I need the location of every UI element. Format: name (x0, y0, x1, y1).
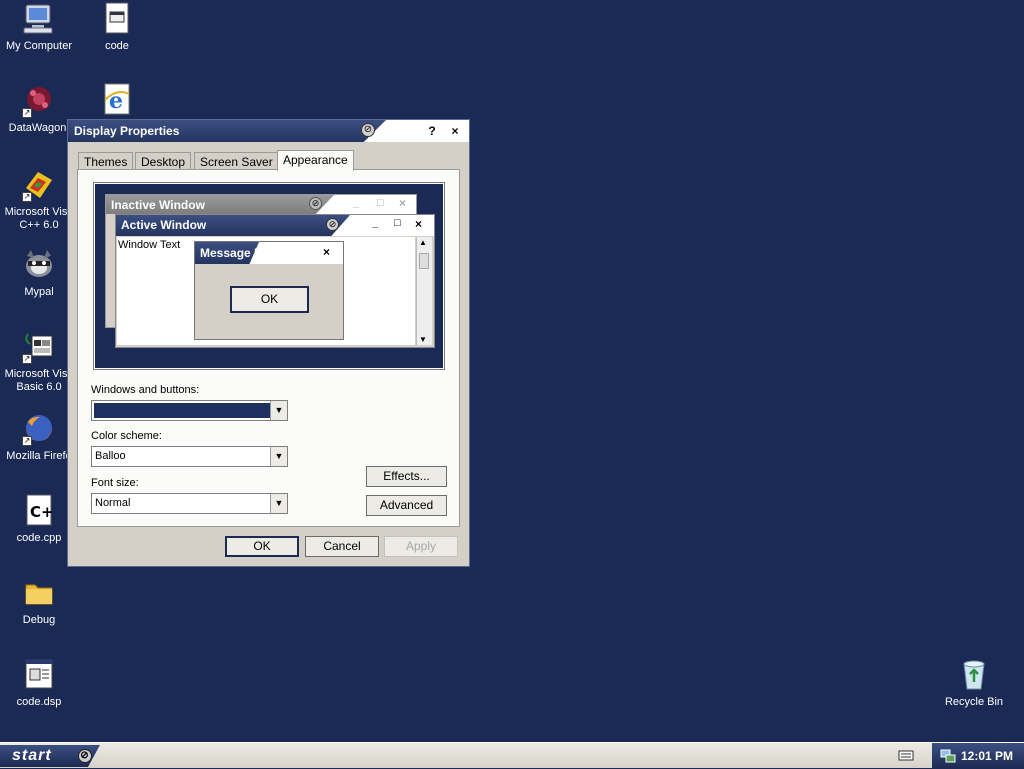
dsp-file-icon (22, 658, 56, 692)
close-button[interactable]: × (447, 123, 463, 139)
appearance-panel: Inactive Window ⊘ _ □ × Active Window ⊘ … (77, 169, 460, 527)
preview-inactive-title-bar: Inactive Window ⊘ _ □ × (106, 195, 416, 214)
theme-badge-icon: ⊘ (309, 197, 322, 210)
desktop-icon-label: Debug (22, 614, 56, 626)
preview-scrollbar: ▲ ▼ (416, 237, 432, 345)
effects-button[interactable]: Effects... (366, 466, 447, 487)
font-size-label: Font size: (91, 477, 139, 489)
shortcut-arrow-icon: ↗ (22, 354, 32, 364)
mypal-icon (22, 248, 56, 282)
preview-message-title-bar: Message B... × (195, 242, 343, 264)
preview-close-icon: × (415, 217, 423, 231)
preview-close-icon: × (399, 196, 407, 210)
shortcut-arrow-icon: ↗ (22, 192, 32, 202)
theme-badge-icon: ⊘ (361, 123, 375, 137)
start-label: start (12, 747, 52, 764)
firefox-icon: ↗ (22, 412, 56, 446)
clock[interactable]: 12:01 PM (961, 749, 1013, 763)
windows-buttons-select[interactable]: ▼ (91, 400, 288, 421)
chevron-down-icon[interactable]: ▼ (270, 447, 287, 466)
preview-active-title: Active Window (121, 218, 207, 232)
cancel-button[interactable]: Cancel (305, 536, 379, 557)
color-scheme-value: Balloo (95, 450, 126, 462)
desktop-icon-my-computer[interactable]: My Computer (0, 2, 78, 53)
preview-minimize-icon: _ (372, 217, 379, 229)
scroll-thumb (419, 253, 429, 269)
tab-screen-saver[interactable]: Screen Saver (194, 152, 279, 170)
desktop-icon-label: My Computer (5, 40, 73, 52)
preview-inactive-title: Inactive Window (111, 198, 205, 212)
title-bar[interactable]: Display Properties ⊘ ? × (68, 120, 469, 142)
scroll-up-icon: ▲ (419, 238, 427, 247)
recycle-bin-icon (957, 658, 991, 692)
cpp-file-icon: C+ (22, 494, 56, 528)
font-size-select[interactable]: Normal ▼ (91, 493, 288, 514)
font-size-value: Normal (95, 497, 131, 509)
desktop-icon-label: code.dsp (16, 696, 62, 708)
color-scheme-label: Color scheme: (91, 430, 162, 442)
advanced-button[interactable]: Advanced (366, 495, 447, 516)
color-scheme-select[interactable]: Balloo ▼ (91, 446, 288, 467)
windows-buttons-label: Windows and buttons: (91, 384, 200, 396)
svg-text:C+: C+ (30, 503, 54, 521)
desktop-icon-code[interactable]: code (78, 2, 156, 53)
shortcut-arrow-icon: ↗ (22, 436, 32, 446)
taskbar: start ⊘ 12:01 PM (0, 742, 1024, 769)
preview-active-title-bar: Active Window ⊘ _ □ × (116, 215, 434, 236)
window-title: Display Properties (74, 124, 180, 138)
desktop-icon-debug[interactable]: Debug (0, 576, 78, 627)
desktop-icon-label: code (105, 40, 129, 52)
tab-desktop[interactable]: Desktop (135, 152, 192, 170)
help-button[interactable]: ? (424, 123, 440, 139)
preview-window-text: Window Text (118, 239, 181, 251)
chevron-down-icon[interactable]: ▼ (270, 401, 287, 420)
tab-appearance[interactable]: Appearance (277, 150, 354, 171)
desktop-icon-code-dsp[interactable]: code.dsp (0, 658, 78, 709)
desktop-icon-internet-explorer[interactable]: e (78, 82, 156, 120)
start-button[interactable]: start ⊘ (0, 745, 100, 767)
preview-message-box: Message B... × OK (194, 241, 344, 340)
network-icon[interactable] (940, 748, 956, 767)
apply-button[interactable]: Apply (384, 536, 458, 557)
desktop-icon-recycle-bin[interactable]: Recycle Bin (935, 658, 1013, 709)
visual-cpp-icon: ↗ (22, 168, 56, 202)
preview-message-title: Message B... (200, 246, 273, 260)
keyboard-icon[interactable] (898, 748, 914, 762)
preview-minimize-icon: _ (353, 197, 360, 209)
internet-explorer-icon: e (100, 82, 134, 116)
desktop-icon-label: Recycle Bin (944, 696, 1004, 708)
system-tray: 12:01 PM (932, 743, 1024, 769)
preview-maximize-icon: □ (394, 217, 401, 229)
start-badge-icon: ⊘ (78, 749, 92, 763)
preview-ok-button: OK (230, 286, 309, 313)
shortcut-arrow-icon: ↗ (22, 108, 32, 118)
computer-icon (22, 2, 56, 36)
appearance-preview: Inactive Window ⊘ _ □ × Active Window ⊘ … (93, 182, 445, 370)
preview-maximize-icon: □ (377, 197, 384, 209)
display-properties-window: Display Properties ⊘ ? × Themes Desktop … (67, 119, 470, 567)
document-icon (100, 2, 134, 36)
tab-themes[interactable]: Themes (78, 152, 134, 170)
theme-badge-icon: ⊘ (326, 218, 339, 231)
preview-close-icon: × (323, 245, 331, 259)
chevron-down-icon[interactable]: ▼ (270, 494, 287, 513)
datawagon-icon: ↗ (22, 84, 56, 118)
style-swatch (94, 403, 270, 418)
scroll-down-icon: ▼ (419, 335, 427, 344)
ok-button[interactable]: OK (225, 536, 299, 557)
folder-icon (22, 576, 56, 610)
preview-active-window: Active Window ⊘ _ □ × Window Text ▲ ▼ Me… (115, 214, 435, 348)
visual-basic-icon: ↗ (22, 330, 56, 364)
